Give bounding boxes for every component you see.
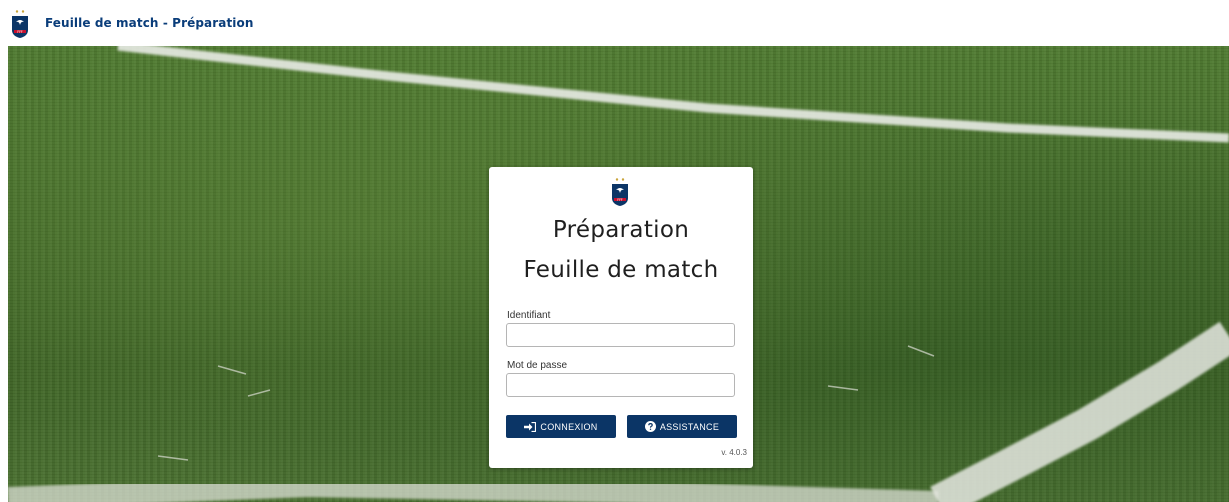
username-input[interactable] xyxy=(506,323,735,347)
connexion-button-label: CONNEXION xyxy=(540,421,598,432)
login-heading-line1: Préparation xyxy=(552,217,690,243)
fff-crest-icon: FFF xyxy=(9,9,31,39)
top-bar: FFF Feuille de match - Préparation xyxy=(0,0,1229,46)
assistance-button[interactable]: ASSISTANCE xyxy=(627,415,737,438)
username-label: Identifiant xyxy=(507,310,551,321)
app-title: Feuille de match - Préparation xyxy=(45,16,254,30)
password-label: Mot de passe xyxy=(507,360,568,371)
svg-text:FFF: FFF xyxy=(617,198,623,202)
password-input[interactable] xyxy=(506,373,735,397)
sign-in-icon xyxy=(524,421,537,432)
login-card: FFF Préparation Feuille de match Identif… xyxy=(489,167,753,468)
fff-crest-icon: FFF xyxy=(609,177,631,207)
connexion-button[interactable]: CONNEXION xyxy=(506,415,616,438)
question-circle-icon xyxy=(644,421,656,432)
version-label: v. 4.0.3 xyxy=(721,448,747,457)
login-heading-line2: Feuille de match xyxy=(523,257,719,283)
assistance-button-label: ASSISTANCE xyxy=(659,421,720,432)
svg-text:FFF: FFF xyxy=(17,30,23,34)
